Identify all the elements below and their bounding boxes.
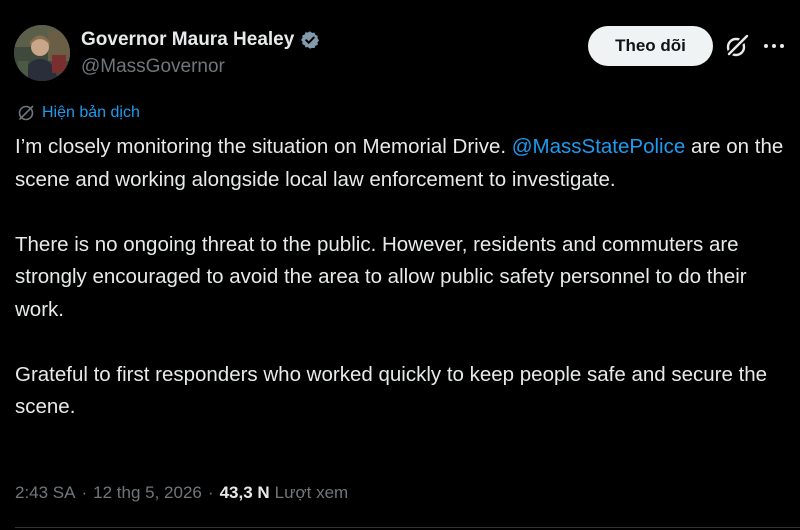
meta-separator: · — [81, 483, 88, 502]
divider — [15, 527, 800, 528]
show-translation-link[interactable]: Hiện bản dịch — [17, 104, 140, 122]
translate-icon — [18, 105, 34, 121]
author-handle[interactable]: @MassGovernor — [81, 56, 225, 78]
views-label: Lượt xem — [274, 483, 349, 502]
tweet-text: I’m closely monitoring the situation on … — [15, 131, 787, 424]
grok-icon[interactable] — [724, 33, 750, 59]
verified-badge-icon — [301, 31, 320, 49]
tweet-card: Governor Maura Healey @MassGovernor Theo… — [0, 0, 800, 530]
follow-button[interactable]: Theo dõi — [588, 26, 713, 66]
tweet-paragraph-3: Grateful to first responders who worked … — [15, 362, 768, 419]
avatar-photo — [14, 25, 70, 81]
avatar[interactable] — [14, 25, 70, 81]
show-translation-label[interactable]: Hiện bản dịch — [42, 104, 140, 122]
tweet-paragraph-2: There is no ongoing threat to the public… — [15, 232, 747, 321]
mention-link[interactable]: @MassStatePolice — [512, 135, 686, 158]
author-display-name[interactable]: Governor Maura Healey — [81, 29, 294, 51]
tweet-date[interactable]: 12 thg 5, 2026 — [93, 483, 202, 503]
tweet-text-segment: I’m closely monitoring the situation on … — [15, 135, 512, 158]
meta-separator: · — [207, 483, 214, 502]
more-options-icon[interactable] — [762, 38, 786, 54]
author-name-row[interactable]: Governor Maura Healey — [81, 28, 320, 52]
views-count[interactable]: 43,3 N — [220, 483, 270, 503]
tweet-paragraph-1: I’m closely monitoring the situation on … — [15, 131, 787, 196]
tweet-time[interactable]: 2:43 SA — [15, 483, 76, 503]
tweet-meta: 2:43 SA · 12 thg 5, 2026 · 43,3 N Lượt x… — [15, 483, 348, 503]
